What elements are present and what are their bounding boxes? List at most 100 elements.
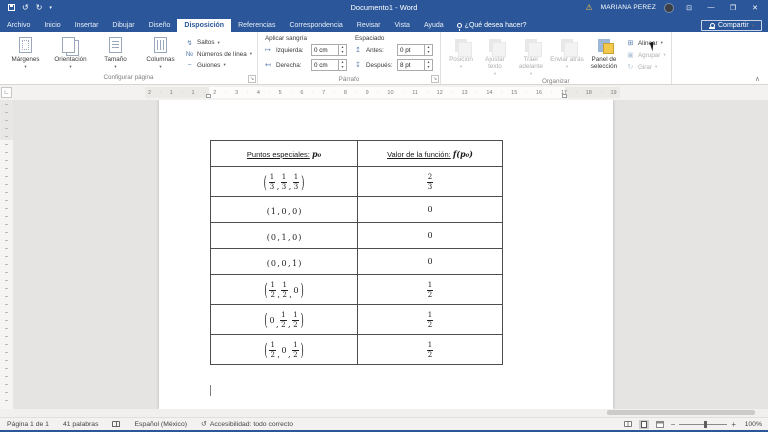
indent-marker[interactable] bbox=[562, 94, 567, 98]
page-indicator[interactable]: Página 1 de 1 bbox=[0, 421, 56, 428]
read-mode-button[interactable] bbox=[623, 420, 633, 429]
title-bar: ↺ ↻ ▾ Documento1 - Word ⚠ MARIANA PEREZ … bbox=[0, 0, 768, 15]
horizontal-ruler[interactable]: 2·1·1·2·3·4·5·6·7·8·9·10·11·12·13·14·15·… bbox=[145, 87, 620, 98]
spinner[interactable]: ▴▾ bbox=[424, 60, 432, 70]
word-count[interactable]: 41 palabras bbox=[56, 421, 106, 428]
share-button[interactable]: Compartir ▾ bbox=[701, 20, 762, 31]
ribbon-display-options-icon[interactable]: ⊡ bbox=[682, 4, 696, 12]
collapse-ribbon-icon[interactable]: ∧ bbox=[755, 75, 760, 83]
indent-marker[interactable] bbox=[206, 94, 211, 98]
table-row: (13,13,13)23 bbox=[211, 167, 503, 197]
redo-icon[interactable]: ↻ bbox=[36, 4, 43, 12]
numeros-de-linea-button[interactable]: № Números de línea ▾ bbox=[185, 51, 252, 58]
table-header-row: Puntos especiales: p₀ Valor de la funció… bbox=[211, 141, 503, 167]
tell-me-box[interactable]: ¿Qué desea hacer? bbox=[451, 22, 533, 32]
zoom-control: − + bbox=[671, 420, 736, 429]
spinner[interactable]: ▴▾ bbox=[424, 45, 432, 55]
orientacion-icon bbox=[62, 36, 79, 54]
close-button[interactable]: ✕ bbox=[748, 4, 762, 12]
margenes-button[interactable]: Márgenes ▾ bbox=[3, 34, 48, 73]
language-indicator[interactable]: Español (México) bbox=[127, 421, 194, 428]
minimize-button[interactable]: — bbox=[704, 4, 718, 11]
warning-icon[interactable]: ⚠ bbox=[585, 3, 592, 12]
dialog-launcher-icon[interactable]: ↘ bbox=[431, 75, 439, 83]
point-cell[interactable]: (0,12,12) bbox=[211, 305, 358, 335]
spacing-title: Espaciado bbox=[355, 35, 433, 42]
value-cell[interactable]: 12 bbox=[358, 305, 503, 335]
tab-revisar[interactable]: Revisar bbox=[350, 19, 388, 32]
point-cell[interactable]: (1,0,0) bbox=[211, 197, 358, 223]
value-cell[interactable]: 0 bbox=[358, 249, 503, 275]
space-after-input[interactable]: 8 pt ▴▾ bbox=[397, 59, 433, 71]
girar-icon: ↻ bbox=[626, 63, 635, 71]
indent-left-input[interactable]: 0 cm ▴▾ bbox=[311, 44, 347, 56]
document-page: Puntos especiales: p₀ Valor de la funció… bbox=[159, 100, 613, 409]
indent-right-input[interactable]: 0 cm ▴▾ bbox=[311, 59, 347, 71]
header-valor-funcion[interactable]: Valor de la función: f(p₀) bbox=[358, 141, 503, 167]
tab-dibujar[interactable]: Dibujar bbox=[105, 19, 141, 32]
enviar-atras-button: Enviar atrás ▾ bbox=[550, 34, 584, 77]
value-cell[interactable]: 23 bbox=[358, 167, 503, 197]
spinner[interactable]: ▴▾ bbox=[338, 45, 346, 55]
alinear-button[interactable]: ⊞ Alinear ▾ bbox=[626, 39, 666, 47]
proofing-status[interactable] bbox=[105, 421, 127, 427]
tab-insertar[interactable]: Insertar bbox=[68, 19, 106, 32]
zoom-in-button[interactable]: + bbox=[731, 420, 736, 429]
saltos-icon: ↯ bbox=[185, 39, 194, 47]
ajustar-texto-button: Ajustar texto ▾ bbox=[478, 34, 512, 77]
tab-archivo[interactable]: Archivo bbox=[0, 19, 37, 32]
group-label: Párrafo bbox=[261, 75, 437, 84]
orientacion-button[interactable]: Orientación ▾ bbox=[48, 34, 93, 73]
value-cell[interactable]: 12 bbox=[358, 335, 503, 365]
point-cell[interactable]: (12,12,0) bbox=[211, 275, 358, 305]
tab-stop-selector[interactable]: ∟ bbox=[1, 87, 12, 98]
dialog-launcher-icon[interactable]: ↘ bbox=[248, 75, 256, 83]
restore-button[interactable]: ❐ bbox=[726, 4, 740, 12]
zoom-out-button[interactable]: − bbox=[671, 420, 676, 429]
tab-correspondencia[interactable]: Correspondencia bbox=[282, 19, 349, 32]
vertical-ruler[interactable] bbox=[0, 100, 13, 409]
web-layout-button[interactable] bbox=[655, 420, 665, 429]
share-caret-icon: ▾ bbox=[752, 23, 754, 29]
point-cell[interactable]: (0,1,0) bbox=[211, 223, 358, 249]
columnas-button[interactable]: Columnas ▾ bbox=[138, 34, 183, 73]
tab-referencias[interactable]: Referencias bbox=[231, 19, 282, 32]
point-cell[interactable]: (0,0,1) bbox=[211, 249, 358, 275]
point-cell[interactable]: (12,0,12) bbox=[211, 335, 358, 365]
spinner[interactable]: ▴▾ bbox=[338, 60, 346, 70]
scrollbar-thumb[interactable] bbox=[607, 410, 755, 415]
panel-de-seleccion-button[interactable]: Panel de selección bbox=[584, 34, 624, 77]
print-layout-button[interactable] bbox=[639, 420, 649, 429]
indent-right-label: Derecha: bbox=[276, 62, 308, 69]
tab-ayuda[interactable]: Ayuda bbox=[417, 19, 451, 32]
tab-vista[interactable]: Vista bbox=[388, 19, 417, 32]
space-before-input[interactable]: 0 pt ▴▾ bbox=[397, 44, 433, 56]
point-cell[interactable]: (13,13,13) bbox=[211, 167, 358, 197]
user-name[interactable]: MARIANA PEREZ bbox=[601, 4, 656, 11]
tamano-button[interactable]: Tamaño ▾ bbox=[93, 34, 138, 73]
zoom-slider-thumb[interactable] bbox=[704, 421, 707, 428]
guiones-button[interactable]: − Guiones ▾ bbox=[185, 62, 252, 69]
zoom-slider[interactable] bbox=[679, 424, 727, 425]
ribbon-tab-row: ArchivoInicioInsertarDibujarDiseñoDispos… bbox=[0, 15, 768, 32]
saltos-button[interactable]: ↯ Saltos ▾ bbox=[185, 39, 252, 47]
group-parrafo: Aplicar sangría ↦ Izquierda: 0 cm ▴▾ ↤ D… bbox=[258, 32, 441, 84]
accessibility-status[interactable]: ↺ Accesibilidad: todo correcto bbox=[194, 420, 300, 428]
avatar[interactable] bbox=[664, 3, 674, 13]
value-cell[interactable]: 0 bbox=[358, 197, 503, 223]
header-puntos-especiales[interactable]: Puntos especiales: p₀ bbox=[211, 141, 358, 167]
save-icon[interactable] bbox=[8, 4, 15, 11]
margenes-icon bbox=[19, 36, 32, 54]
tab-disposicion[interactable]: Disposición bbox=[177, 19, 231, 32]
tab-diseno[interactable]: Diseño bbox=[142, 19, 178, 32]
accessibility-icon: ↺ bbox=[201, 420, 207, 428]
horizontal-scrollbar[interactable] bbox=[0, 409, 768, 417]
zoom-level[interactable]: 100% bbox=[742, 421, 762, 428]
customize-qat-icon[interactable]: ▾ bbox=[49, 5, 52, 11]
tell-me-label: ¿Qué desea hacer? bbox=[465, 22, 527, 29]
agrupar-button: ▣ Agrupar ▾ bbox=[626, 51, 666, 59]
value-cell[interactable]: 12 bbox=[358, 275, 503, 305]
tab-inicio[interactable]: Inicio bbox=[37, 19, 67, 32]
undo-icon[interactable]: ↺ bbox=[22, 4, 29, 12]
value-cell[interactable]: 0 bbox=[358, 223, 503, 249]
